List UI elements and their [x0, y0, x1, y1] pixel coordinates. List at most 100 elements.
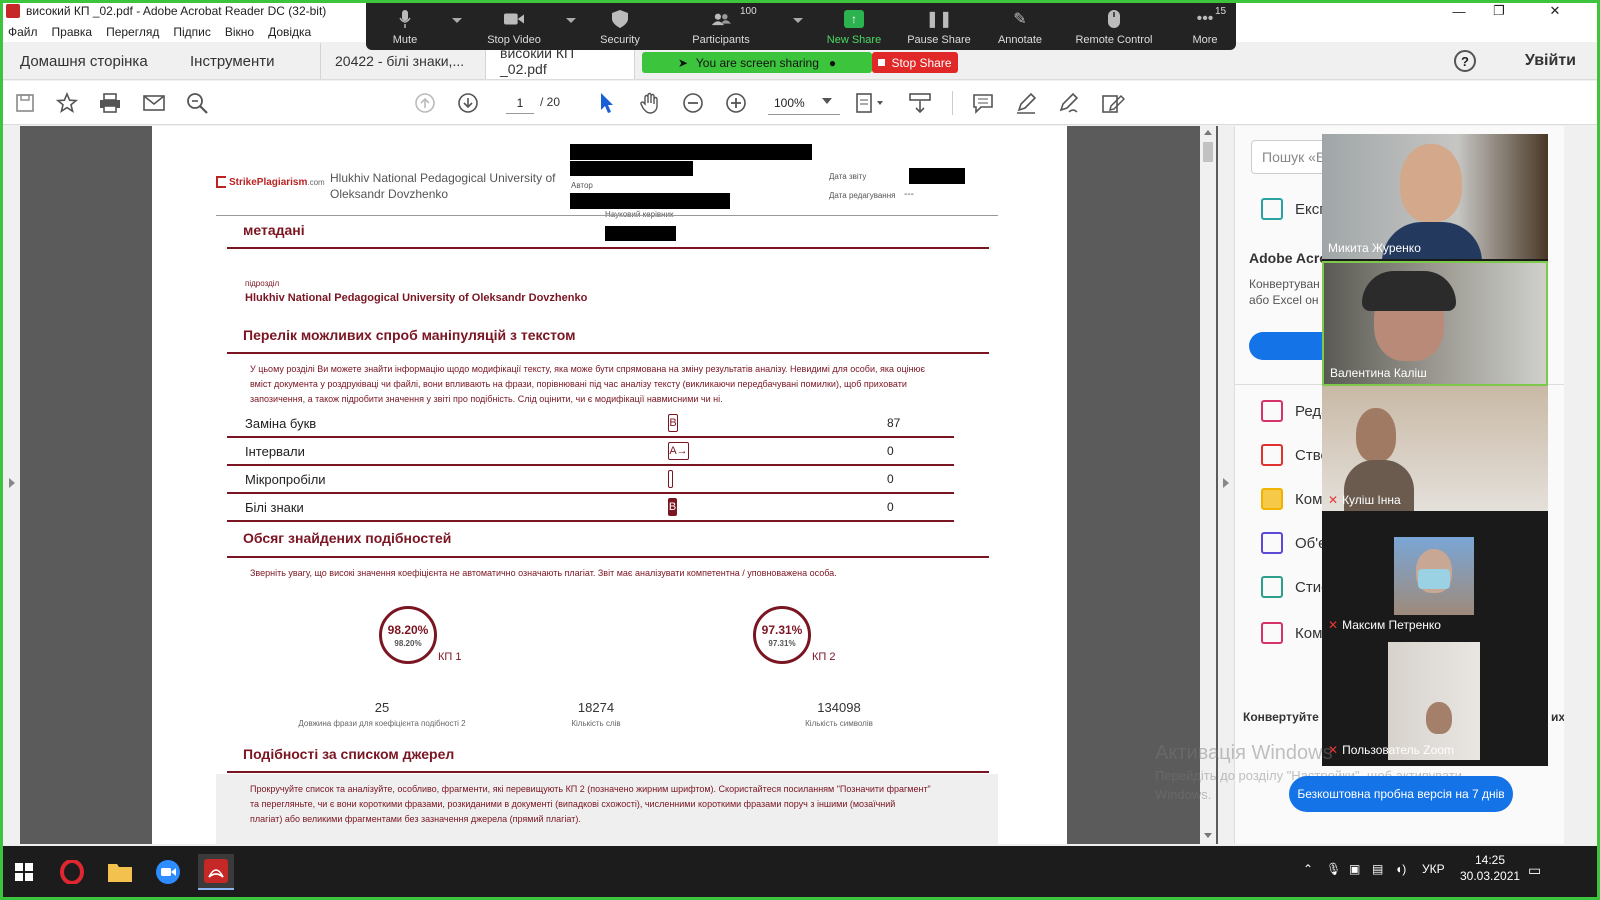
taskbar-clock[interactable]: 14:25 30.03.2021	[1460, 852, 1520, 884]
bookmark-star-icon[interactable]	[54, 89, 80, 117]
comment-icon[interactable]	[970, 89, 996, 117]
tray-network-icon[interactable]: ▤	[1372, 862, 1383, 876]
section-divider	[227, 556, 989, 558]
participant-tile[interactable]: Микита Журенко	[1322, 134, 1548, 259]
close-button[interactable]: ✕	[1532, 0, 1578, 22]
tray-display-icon[interactable]: ▣	[1349, 862, 1360, 876]
zoom-in-icon[interactable]	[723, 89, 749, 117]
menu-file[interactable]: Файл	[8, 25, 38, 39]
edit-pdf-tool[interactable]: Реда	[1261, 400, 1329, 422]
scroll-up-icon[interactable]	[1204, 130, 1212, 135]
compress-tool[interactable]: Стис	[1261, 576, 1329, 598]
tab-home[interactable]: Домашня сторінка	[0, 43, 170, 79]
video-options-chevron-icon[interactable]	[566, 18, 576, 23]
menu-sign[interactable]: Підпис	[173, 25, 211, 39]
sign-in-link[interactable]: Увійти	[1525, 52, 1576, 70]
restore-button[interactable]: ❐	[1476, 0, 1522, 22]
participant-name: Максим Петренко	[1342, 618, 1441, 632]
menu-edit[interactable]: Правка	[52, 25, 93, 39]
annotate-button[interactable]: ✎ Annotate	[994, 0, 1046, 50]
intervals-icon: A→	[668, 442, 689, 460]
highlight-pen-icon[interactable]	[1013, 89, 1039, 117]
sign-pen-icon[interactable]	[1056, 89, 1082, 117]
zoom-app-icon[interactable]	[150, 854, 186, 890]
export-pdf-tool[interactable]: Експ	[1261, 198, 1327, 220]
zoom-level-select[interactable]: 100%	[768, 91, 840, 115]
comment-tool[interactable]: Ком	[1261, 488, 1322, 510]
next-page-icon[interactable]	[455, 89, 481, 117]
start-windows-icon[interactable]	[6, 854, 42, 890]
secure-shield-icon: ●	[828, 55, 837, 70]
microphone-icon	[395, 10, 415, 28]
clock-date: 30.03.2021	[1460, 869, 1521, 883]
opera-browser-icon[interactable]	[54, 854, 90, 890]
edit-date-label: Дата редагування	[829, 191, 896, 200]
free-trial-button[interactable]: Безкоштовна пробна версія на 7 днів	[1289, 776, 1513, 812]
sources-desc-2: та перегляньте, чи є вони короткими фраз…	[250, 799, 896, 809]
compare-tool[interactable]: Ком	[1261, 622, 1322, 644]
menu-window[interactable]: Вікно	[225, 25, 254, 39]
participant-tile[interactable]: ✕ Куліш Інна	[1322, 386, 1548, 511]
menu-help[interactable]: Довідка	[268, 25, 311, 39]
stat-number: 25	[374, 700, 390, 715]
previous-page-icon[interactable]	[412, 89, 438, 117]
acrobat-taskbar-icon[interactable]	[198, 854, 234, 890]
tab-tools[interactable]: Інструменти	[170, 43, 320, 79]
acrobat-app-icon	[6, 4, 20, 18]
zoom-out-icon[interactable]	[680, 89, 706, 117]
share-edit-icon[interactable]	[1100, 89, 1126, 117]
find-zoom-icon[interactable]	[184, 89, 210, 117]
tray-chevron-up-icon[interactable]: ⌃	[1303, 862, 1313, 876]
tool-label: Ком	[1295, 490, 1323, 508]
print-icon[interactable]	[97, 89, 123, 117]
scroll-mode-icon[interactable]	[906, 89, 934, 117]
mute-button[interactable]: Mute	[386, 0, 424, 50]
pause-share-button[interactable]: ❚❚ Pause Share	[906, 0, 972, 50]
help-icon[interactable]: ?	[1454, 50, 1476, 72]
stop-video-label: Stop Video	[487, 34, 541, 46]
window-title: високий КП _02.pdf - Adobe Acrobat Reade…	[26, 4, 327, 18]
adobe-promo-line-2: або Excel он	[1249, 293, 1319, 307]
kp2-gauge: 97.31% 97.31%	[753, 606, 811, 664]
participants-options-chevron-icon[interactable]	[793, 18, 803, 23]
tray-microphone-icon[interactable]: 🎙	[1326, 862, 1341, 876]
security-button[interactable]: Security	[598, 0, 642, 50]
menu-view[interactable]: Перегляд	[106, 25, 159, 39]
save-icon[interactable]	[12, 89, 38, 117]
email-icon[interactable]	[141, 89, 167, 117]
header-university: Hlukhiv National Pedagogical University …	[330, 171, 556, 201]
section-divider	[227, 352, 989, 354]
tray-language[interactable]: УКР	[1422, 862, 1445, 876]
tray-volume-icon[interactable]: ◖)	[1395, 862, 1406, 876]
create-pdf-tool[interactable]: Ство	[1261, 444, 1329, 466]
more-count: 15	[1215, 6, 1227, 17]
page-display-icon[interactable]	[852, 89, 888, 117]
manipulation-label: Мікропробіли	[245, 472, 326, 487]
scroll-thumb[interactable]	[1203, 142, 1213, 162]
mute-options-chevron-icon[interactable]	[452, 18, 462, 23]
stop-share-button[interactable]: Stop Share	[872, 52, 958, 73]
left-panel-toggle[interactable]	[6, 126, 20, 844]
remote-control-button[interactable]: Remote Control	[1072, 0, 1156, 50]
video-camera-icon	[504, 10, 524, 28]
stop-video-button[interactable]: Stop Video	[484, 0, 544, 50]
subdivision-value: Hlukhiv National Pedagogical University …	[245, 292, 588, 304]
new-share-button[interactable]: ↑ New Share	[824, 0, 884, 50]
combine-tool[interactable]: Об'є	[1261, 532, 1326, 554]
right-panel-toggle[interactable]	[1218, 126, 1234, 844]
kp1-value: 98.20%	[387, 622, 429, 637]
export-pdf-icon	[1261, 198, 1283, 220]
file-explorer-icon[interactable]	[102, 854, 138, 890]
select-cursor-icon[interactable]	[594, 89, 620, 117]
participant-tile[interactable]: Валентина Каліш	[1322, 261, 1548, 386]
scroll-down-icon[interactable]	[1204, 833, 1212, 838]
page-number-input[interactable]: 1	[506, 92, 534, 114]
participant-name-group: ✕ Максим Петренко	[1328, 618, 1441, 632]
notifications-icon[interactable]: ▭	[1528, 862, 1541, 879]
document-scrollbar[interactable]	[1200, 126, 1216, 844]
hand-tool-icon[interactable]	[637, 89, 663, 117]
participant-tile[interactable]: ✕ Максим Петренко	[1322, 511, 1548, 636]
manipulations-desc-3: запозичення, а також підробити значення …	[250, 394, 723, 404]
participant-tile[interactable]: ✕ Пользователь Zoom	[1322, 636, 1548, 761]
stop-square-icon	[878, 59, 886, 66]
